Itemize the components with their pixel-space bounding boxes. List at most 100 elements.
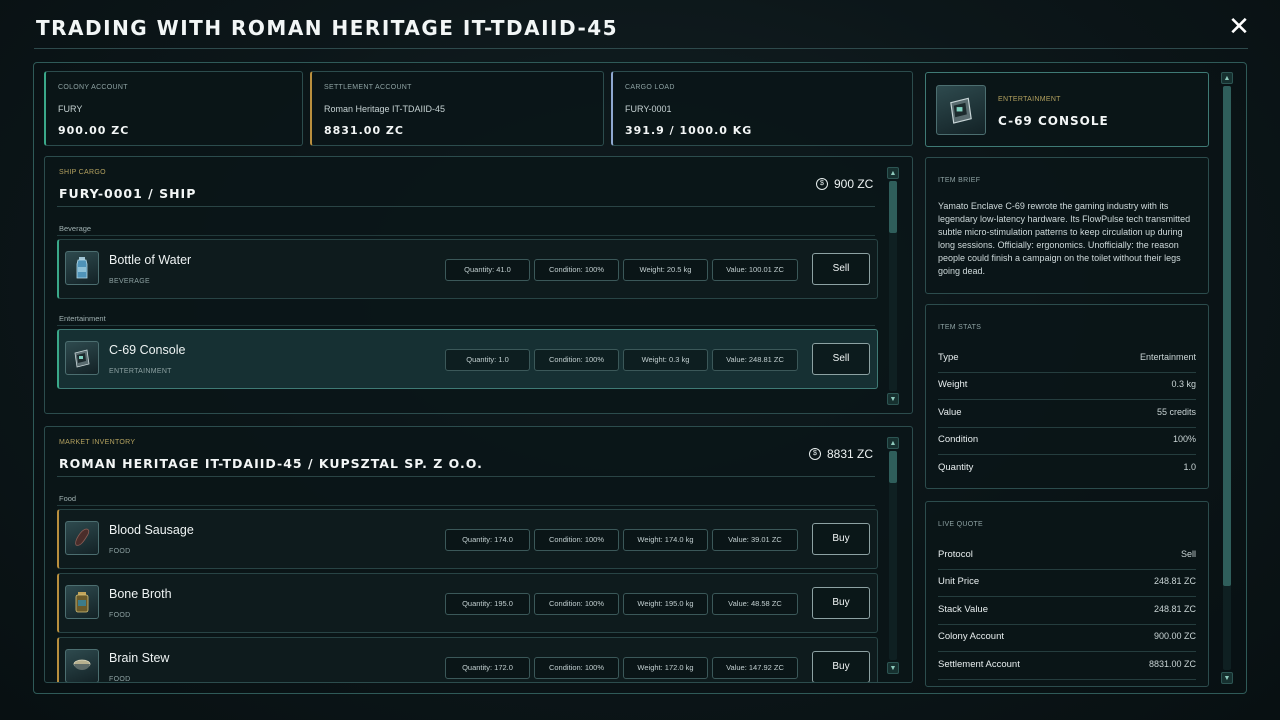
item-brief-card: ITEM BRIEF Yamato Enclave C-69 rewrote t…	[925, 157, 1209, 294]
scroll-up-icon[interactable]: ▲	[887, 167, 899, 179]
scroll-thumb[interactable]	[1223, 86, 1231, 586]
ship-cargo-money: 900 ZC	[834, 177, 874, 191]
cargo-load-card: CARGO LOAD FURY-0001 391.9 / 1000.0 KG	[611, 71, 913, 146]
quantity-pill: Quantity: 41.0	[445, 259, 530, 281]
stew-bowl-icon	[65, 649, 99, 682]
console-glyph	[74, 349, 90, 368]
value-pill: Value: 48.58 ZC	[712, 593, 798, 615]
ship-cargo-balance: $ 900 ZC	[816, 177, 873, 191]
console-icon	[65, 341, 99, 375]
quote-key: Stack Value	[938, 604, 988, 615]
item-category: FOOD	[109, 612, 131, 619]
item-category: FOOD	[109, 548, 131, 555]
selected-item-card: ENTERTAINMENT C-69 CONSOLE	[925, 72, 1209, 147]
cargo-load-label: CARGO LOAD	[625, 84, 675, 91]
broth-jar-glyph	[75, 592, 89, 613]
market-row-brain-stew[interactable]: Brain Stew FOOD Quantity: 172.0 Conditio…	[57, 637, 878, 683]
stew-bowl-glyph	[73, 659, 91, 670]
market-balance: $ 8831 ZC	[809, 447, 873, 461]
quote-row-unit-price: Unit Price 248.81 ZC	[938, 569, 1196, 597]
category-header: Beverage	[59, 224, 92, 233]
weight-pill: Weight: 195.0 kg	[623, 593, 708, 615]
market-row-bone-broth[interactable]: Bone Broth FOOD Quantity: 195.0 Conditio…	[57, 573, 878, 633]
item-category: FOOD	[109, 676, 131, 683]
scroll-up-icon[interactable]: ▲	[887, 437, 899, 449]
coin-icon: $	[809, 448, 821, 460]
stat-row-type: Type Entertainment	[938, 345, 1196, 373]
stat-row-weight: Weight 0.3 kg	[938, 372, 1196, 400]
quantity-pill: Quantity: 1.0	[445, 349, 530, 371]
detail-scrollbar[interactable]: ▲ ▼	[1221, 72, 1233, 684]
buy-button[interactable]: Buy	[812, 523, 870, 555]
stat-value: 1.0	[1183, 462, 1196, 472]
market-inventory-label: MARKET INVENTORY	[59, 439, 136, 446]
category-divider	[57, 235, 875, 236]
stat-key: Condition	[938, 434, 979, 445]
quote-row-protocol: Protocol Sell	[938, 542, 1196, 570]
item-name: Bottle of Water	[109, 253, 192, 267]
settlement-account-name: Roman Heritage IT-TDAIID-45	[324, 104, 446, 114]
buy-button[interactable]: Buy	[812, 651, 870, 682]
market-row-blood-sausage[interactable]: Blood Sausage FOOD Quantity: 174.0 Condi…	[57, 509, 878, 569]
quote-key: Unit Price	[938, 576, 980, 587]
ship-cargo-scrollbar[interactable]: ▲ ▼	[887, 167, 899, 405]
cargo-row-bottle-of-water[interactable]: Bottle of Water BEVERAGE Quantity: 41.0 …	[57, 239, 878, 299]
scroll-thumb[interactable]	[889, 181, 897, 233]
item-stats-card: ITEM STATS Type Entertainment Weight 0.3…	[925, 304, 1209, 489]
item-name: C-69 Console	[109, 343, 186, 357]
buy-button[interactable]: Buy	[812, 587, 870, 619]
market-inventory-title: ROMAN HERITAGE IT-TDAIID-45 / KUPSZTAL S…	[59, 456, 483, 471]
quote-value: 900.00 ZC	[1153, 631, 1196, 641]
quote-key: Protocol	[938, 549, 973, 560]
sell-button[interactable]: Sell	[812, 343, 870, 375]
stat-key: Type	[938, 352, 959, 363]
quote-key: Colony Account	[938, 631, 1005, 642]
title-divider	[34, 48, 1248, 49]
scroll-up-icon[interactable]: ▲	[1221, 72, 1233, 84]
settlement-account-value: 8831.00 ZC	[324, 124, 404, 137]
colony-account-card: COLONY ACCOUNT FURY 900.00 ZC	[44, 71, 303, 146]
item-name: Bone Broth	[109, 587, 172, 601]
quote-row-stack-value: Stack Value 248.81 ZC	[938, 597, 1196, 625]
coin-icon: $	[816, 178, 828, 190]
live-quote-label: LIVE QUOTE	[938, 521, 984, 528]
colony-account-value: 900.00 ZC	[58, 124, 130, 137]
scroll-down-icon[interactable]: ▼	[887, 393, 899, 405]
market-scrollbar[interactable]: ▲ ▼	[887, 437, 899, 674]
console-glyph	[950, 97, 972, 124]
stat-row-value: Value 55 credits	[938, 400, 1196, 428]
market-money: 8831 ZC	[827, 447, 874, 461]
category-header: Entertainment	[59, 314, 106, 323]
selected-item-name: C-69 CONSOLE	[998, 114, 1109, 128]
stat-key: Weight	[938, 379, 968, 390]
quote-key: Settlement Account	[938, 659, 1020, 670]
sausage-icon	[65, 521, 99, 555]
stat-value: 55 credits	[1156, 407, 1196, 417]
scroll-down-icon[interactable]: ▼	[887, 662, 899, 674]
condition-pill: Condition: 100%	[534, 593, 619, 615]
broth-jar-icon	[65, 585, 99, 619]
cargo-load-value: 391.9 / 1000.0 KG	[625, 124, 753, 137]
sell-button[interactable]: Sell	[812, 253, 870, 285]
scroll-thumb[interactable]	[889, 451, 897, 483]
ship-cargo-label: SHIP CARGO	[59, 169, 106, 176]
quote-row-settlement-account: Settlement Account 8831.00 ZC	[938, 652, 1196, 680]
cargo-row-c-69-console[interactable]: C-69 Console ENTERTAINMENT Quantity: 1.0…	[57, 329, 878, 389]
weight-pill: Weight: 20.5 kg	[623, 259, 708, 281]
stat-key: Quantity	[938, 462, 974, 473]
close-icon[interactable]: ✕	[1226, 14, 1252, 40]
condition-pill: Condition: 100%	[534, 657, 619, 679]
ship-cargo-panel: SHIP CARGO FURY-0001 / SHIP $ 900 ZC Bev…	[44, 156, 913, 414]
trade-window: COLONY ACCOUNT FURY 900.00 ZC SETTLEMENT…	[33, 62, 1247, 694]
sausage-glyph	[75, 528, 90, 546]
category-divider	[57, 505, 875, 506]
weight-pill: Weight: 174.0 kg	[623, 529, 708, 551]
market-divider	[57, 476, 875, 477]
weight-pill: Weight: 172.0 kg	[623, 657, 708, 679]
item-stats-label: ITEM STATS	[938, 324, 982, 331]
value-pill: Value: 147.92 ZC	[712, 657, 798, 679]
window-title: TRADING WITH ROMAN HERITAGE IT-TDAIID-45	[36, 16, 619, 40]
stat-row-condition: Condition 100%	[938, 427, 1196, 455]
scroll-down-icon[interactable]: ▼	[1221, 672, 1233, 684]
console-icon	[936, 85, 986, 135]
